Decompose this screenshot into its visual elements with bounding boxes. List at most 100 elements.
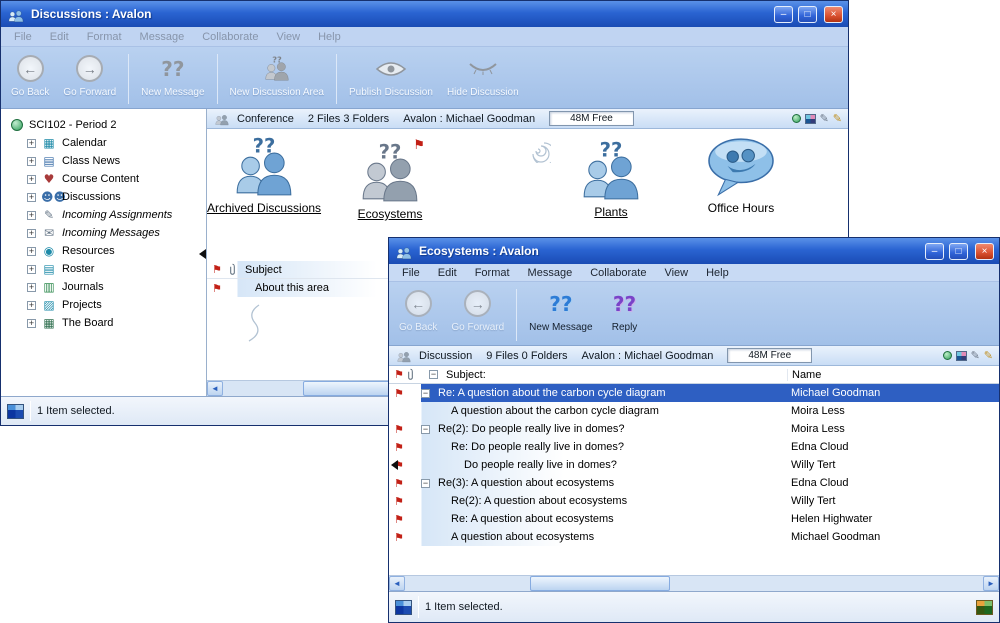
edit-pencil-gold-icon[interactable]: ✎: [833, 114, 842, 124]
subject-column-header[interactable]: Subject: [245, 264, 282, 276]
menu-file[interactable]: File: [5, 29, 41, 45]
flag-column-icon: ⚑: [394, 369, 407, 380]
minimize-button[interactable]: –: [774, 6, 793, 23]
expand-icon[interactable]: +: [27, 247, 36, 256]
expand-icon[interactable]: +: [27, 283, 36, 292]
new-message-button[interactable]: ?? New Message: [522, 287, 599, 343]
column-header-row[interactable]: ⚑ − Subject: Name: [389, 366, 999, 384]
menu-collaborate[interactable]: Collaborate: [581, 265, 655, 281]
maximize-button[interactable]: □: [798, 6, 817, 23]
menu-collaborate[interactable]: Collaborate: [193, 29, 267, 45]
go-forward-button[interactable]: → Go Forward: [56, 52, 123, 106]
message-row[interactable]: ⚑ − Re: Do people really live in domes? …: [389, 438, 999, 456]
new-message-button[interactable]: ?? New Message: [134, 52, 211, 106]
window-title: Discussions : Avalon: [31, 7, 769, 21]
menu-edit[interactable]: Edit: [41, 29, 78, 45]
palette-icon[interactable]: [805, 114, 816, 124]
menu-message[interactable]: Message: [519, 265, 582, 281]
titlebar-discussions[interactable]: Discussions : Avalon – □ ×: [1, 1, 848, 27]
message-row[interactable]: ⚑ − Re: A question about ecosystems Hele…: [389, 510, 999, 528]
menu-help[interactable]: Help: [309, 29, 350, 45]
expand-icon[interactable]: +: [27, 211, 36, 220]
scroll-thumb[interactable]: [530, 576, 670, 591]
view-grid-icon[interactable]: [395, 600, 412, 615]
tree-item-incoming-messages[interactable]: + ✉ Incoming Messages: [1, 224, 206, 242]
thread-expander-icon[interactable]: −: [421, 389, 430, 398]
tree-item-journals[interactable]: + ▥ Journals: [1, 278, 206, 296]
menu-format[interactable]: Format: [78, 29, 131, 45]
expand-icon[interactable]: +: [27, 229, 36, 238]
menu-view[interactable]: View: [655, 265, 697, 281]
message-row[interactable]: ⚑ − A question about the carbon cycle di…: [389, 402, 999, 420]
menu-message[interactable]: Message: [131, 29, 194, 45]
name-column-header[interactable]: Name: [787, 369, 999, 381]
close-button[interactable]: ×: [975, 243, 994, 260]
expand-icon[interactable]: +: [27, 265, 36, 274]
view-grid-icon[interactable]: [7, 404, 24, 419]
expand-icon[interactable]: +: [27, 175, 36, 184]
scroll-track[interactable]: [405, 576, 983, 591]
tree-item-course-content[interactable]: + ♥ Course Content: [1, 170, 206, 188]
expand-icon[interactable]: +: [27, 157, 36, 166]
hide-discussion-button[interactable]: Hide Discussion: [440, 52, 526, 106]
palette-icon[interactable]: [956, 351, 967, 361]
online-status-icon[interactable]: [792, 114, 801, 123]
reply-button[interactable]: ?? Reply: [600, 287, 650, 343]
scroll-left-icon[interactable]: ◄: [207, 381, 223, 396]
tree-item-roster[interactable]: + ▤ Roster: [1, 260, 206, 278]
tree-item-resources[interactable]: + ◉ Resources: [1, 242, 206, 260]
message-row[interactable]: ⚑ − Re: A question about the carbon cycl…: [389, 384, 999, 402]
go-forward-button[interactable]: → Go Forward: [444, 287, 511, 343]
expand-icon[interactable]: +: [27, 193, 36, 202]
tree-item-calendar[interactable]: + ▦ Calendar: [1, 134, 206, 152]
minimize-button[interactable]: –: [925, 243, 944, 260]
pane-splitter-arrow[interactable]: [391, 460, 398, 470]
flag-column-icon: ⚑: [212, 264, 225, 275]
message-row[interactable]: ⚑ − Re(3): A question about ecosystems E…: [389, 474, 999, 492]
message-row[interactable]: ⚑ − Re(2): Do people really live in dome…: [389, 420, 999, 438]
tree-root-sci102[interactable]: SCI102 - Period 2: [1, 116, 206, 134]
thread-expander-icon[interactable]: −: [421, 425, 430, 434]
conference-item-ecosystems[interactable]: ?? Ecosystems ⚑: [335, 141, 445, 221]
expand-icon[interactable]: +: [27, 301, 36, 310]
menu-help[interactable]: Help: [697, 265, 738, 281]
menu-view[interactable]: View: [267, 29, 309, 45]
menu-edit[interactable]: Edit: [429, 265, 466, 281]
menu-format[interactable]: Format: [466, 265, 519, 281]
publish-discussion-button[interactable]: Publish Discussion: [342, 52, 440, 106]
close-button[interactable]: ×: [824, 6, 843, 23]
conference-item-office-hours[interactable]: Office Hours: [651, 135, 831, 215]
thread-expander-icon[interactable]: −: [421, 479, 430, 488]
expand-icon[interactable]: +: [27, 139, 36, 148]
tree-item-discussions[interactable]: + ☻☻ Discussions: [1, 188, 206, 206]
menu-file[interactable]: File: [393, 265, 429, 281]
tree-item-incoming-assignments[interactable]: + ✎ Incoming Assignments: [1, 206, 206, 224]
message-row[interactable]: ⚑ − Do people really live in domes? Will…: [389, 456, 999, 474]
horizontal-scrollbar[interactable]: ◄ ►: [389, 575, 999, 591]
message-row[interactable]: ⚑ − Re(2): A question about ecosystems W…: [389, 492, 999, 510]
new-message-color-icon: ??: [549, 288, 572, 319]
collapse-all-icon[interactable]: −: [429, 370, 438, 379]
edit-pencil-icon[interactable]: ✎: [971, 351, 980, 361]
window-ecosystems: Ecosystems : Avalon – □ × FileEditFormat…: [388, 237, 1000, 623]
pane-splitter-arrow[interactable]: [199, 249, 206, 259]
tree-item-the-board[interactable]: + ▦ The Board: [1, 314, 206, 332]
edit-pencil-gold-icon[interactable]: ✎: [984, 351, 993, 361]
maximize-button[interactable]: □: [949, 243, 968, 260]
edit-pencil-icon[interactable]: ✎: [820, 114, 829, 124]
go-back-button[interactable]: ← Go Back: [392, 287, 444, 343]
message-row[interactable]: ⚑ − A question about ecosystems Michael …: [389, 528, 999, 546]
scroll-left-icon[interactable]: ◄: [389, 576, 405, 591]
new-message-icon: ??: [161, 53, 184, 84]
new-discussion-area-button[interactable]: ?? New Discussion Area: [223, 52, 331, 106]
subject-column-header[interactable]: Subject:: [438, 369, 787, 381]
titlebar-ecosystems[interactable]: Ecosystems : Avalon – □ ×: [389, 238, 999, 264]
go-back-button[interactable]: ← Go Back: [4, 52, 56, 106]
scroll-right-icon[interactable]: ►: [983, 576, 999, 591]
view-grid-alt-icon[interactable]: [976, 600, 993, 615]
online-status-icon[interactable]: [943, 351, 952, 360]
expand-icon[interactable]: +: [27, 319, 36, 328]
conference-item-archived-discussions[interactable]: ?? Archived Discussions: [207, 135, 321, 215]
tree-item-class-news[interactable]: + ▤ Class News: [1, 152, 206, 170]
tree-item-projects[interactable]: + ▨ Projects: [1, 296, 206, 314]
